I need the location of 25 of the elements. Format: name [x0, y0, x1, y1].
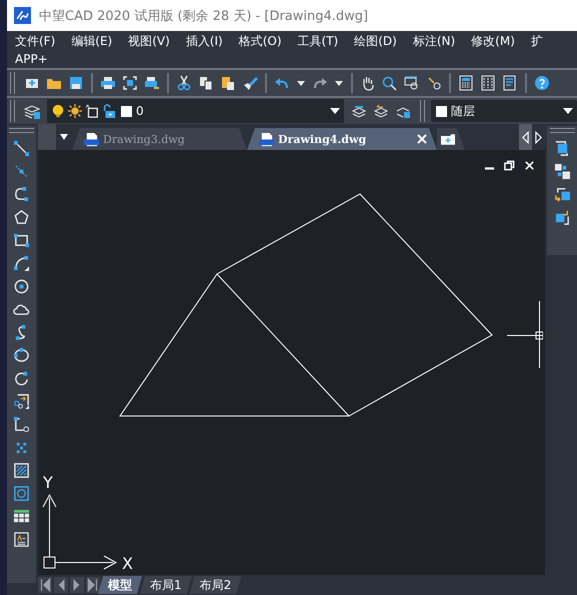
menu-item[interactable]: 标注(N): [412, 32, 456, 50]
color-name: 随层: [451, 102, 476, 120]
menu-item[interactable]: 绘图(D): [354, 32, 397, 50]
menu-item[interactable]: 视图(V): [128, 32, 170, 50]
menu-item[interactable]: 格式(O): [238, 32, 282, 50]
layer-dropdown[interactable]: 0: [47, 99, 344, 123]
menu-item[interactable]: 文件(F): [15, 32, 56, 50]
tab-label: Drawing4.dwg: [278, 132, 368, 146]
menu-item[interactable]: 插入(I): [186, 32, 223, 50]
x-axis-label: X: [122, 554, 133, 573]
layout-tab[interactable]: 布局2: [190, 576, 242, 594]
menu-item[interactable]: APP+: [15, 52, 48, 66]
file-tab[interactable]: Drawing4.dwg: [247, 128, 437, 150]
menu-item[interactable]: 修改(M): [471, 32, 515, 50]
layout-tab[interactable]: 模型: [98, 576, 142, 594]
menu-item[interactable]: 编辑(E): [71, 32, 112, 50]
layer-name: 0: [136, 104, 145, 118]
color-dropdown[interactable]: 随层: [431, 100, 577, 122]
tab-label: Drawing3.dwg: [103, 132, 186, 146]
y-axis-label: Y: [43, 473, 53, 492]
file-tab[interactable]: Drawing3.dwg: [72, 128, 247, 150]
window-title: 中望CAD 2020 试用版 (剩余 28 天) - [Drawing4.dwg]: [39, 8, 368, 24]
menu-item[interactable]: 工具(T): [298, 32, 338, 50]
menu-item[interactable]: 扩: [530, 32, 543, 50]
layout-tab[interactable]: 布局1: [140, 576, 192, 594]
